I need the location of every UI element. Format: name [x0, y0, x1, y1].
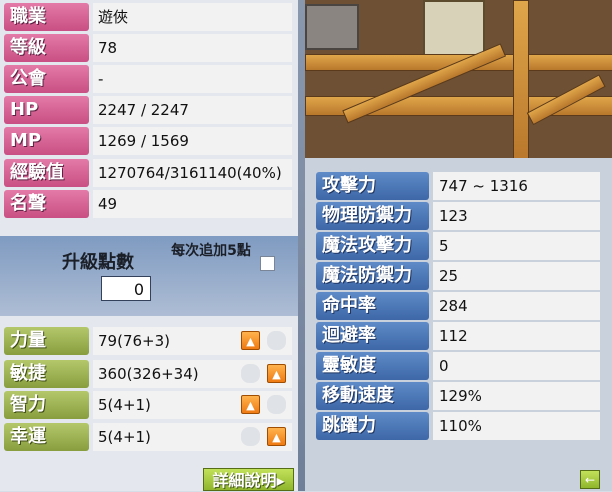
- attr-row-attack: 攻擊力 747 ~ 1316: [316, 172, 600, 200]
- attr-label-speed: 移動速度: [316, 382, 429, 410]
- stat-value-str: 79(76+3): [93, 327, 292, 355]
- profile-row-guild: 公會 -: [4, 65, 292, 93]
- attr-value-magic-atk: 5: [433, 232, 600, 260]
- profile-row-exp: 經驗值 1270764/3161140(40%): [4, 159, 292, 187]
- wooden-post: [513, 0, 529, 158]
- attr-row-avoid: 迴避率 112: [316, 322, 600, 350]
- stat-label-str: 力量: [4, 327, 89, 355]
- level-up-points-title: 升級點數: [62, 252, 134, 273]
- attr-label-avoid: 迴避率: [316, 322, 429, 350]
- attr-value-phys-def: 123: [433, 202, 600, 230]
- attr-value-avoid: 112: [433, 322, 600, 350]
- arrow-up-icon[interactable]: ▲: [267, 427, 286, 446]
- arrow-up-icon[interactable]: ▲: [241, 395, 260, 414]
- attr-row-speed: 移動速度 129%: [316, 382, 600, 410]
- profile-value-guild: -: [93, 65, 292, 93]
- attr-value-magic-def: 25: [433, 262, 600, 290]
- panel-divider: [298, 0, 305, 491]
- attr-value-speed: 129%: [433, 382, 600, 410]
- attr-row-magic-atk: 魔法攻擊力 5: [316, 232, 600, 260]
- profile-label-fame: 名聲: [4, 190, 89, 218]
- stat-label-int: 智力: [4, 391, 89, 419]
- attr-row-agility: 靈敏度 0: [316, 352, 600, 380]
- banner-image: [423, 0, 485, 59]
- stat-label-luk: 幸運: [4, 423, 89, 451]
- profile-row-hp: HP 2247 / 2247: [4, 96, 292, 124]
- stat-label-dex: 敏捷: [4, 360, 89, 388]
- stat-row-luk: 幸運 5(4+1) ▲: [4, 423, 292, 451]
- stat-row-dex: 敏捷 360(326+34) ▲: [4, 360, 292, 388]
- attr-value-agility: 0: [433, 352, 600, 380]
- detail-button[interactable]: 詳細說明▸: [203, 468, 294, 491]
- attr-label-magic-def: 魔法防禦力: [316, 262, 429, 290]
- profile-label-level: 等級: [4, 34, 89, 62]
- profile-value-hp: 2247 / 2247: [93, 96, 292, 124]
- level-up-points-value: 0: [101, 276, 151, 301]
- profile-value-mp: 1269 / 1569: [93, 127, 292, 155]
- profile-value-job: 遊俠: [93, 3, 292, 31]
- disabled-button: [267, 395, 286, 414]
- stat-row-str: 力量 79(76+3) ▲: [4, 327, 292, 355]
- attr-row-magic-def: 魔法防禦力 25: [316, 262, 600, 290]
- stat-row-int: 智力 5(4+1) ▲: [4, 391, 292, 419]
- attr-label-phys-def: 物理防禦力: [316, 202, 429, 230]
- stat-value-int: 5(4+1): [93, 391, 292, 419]
- crate-image: [305, 4, 359, 50]
- attr-value-attack: 747 ~ 1316: [433, 172, 600, 200]
- attr-label-agility: 靈敏度: [316, 352, 429, 380]
- profile-row-job: 職業 遊俠: [4, 3, 292, 31]
- add-five-points-checkbox[interactable]: [260, 256, 275, 271]
- stat-value-dex: 360(326+34): [93, 360, 292, 388]
- attr-value-jump: 110%: [433, 412, 600, 440]
- arrow-up-icon[interactable]: ▲: [267, 364, 286, 383]
- profile-row-level: 等級 78: [4, 34, 292, 62]
- profile-value-level: 78: [93, 34, 292, 62]
- game-scene: [305, 0, 612, 158]
- attr-label-attack: 攻擊力: [316, 172, 429, 200]
- attr-label-jump: 跳躍力: [316, 412, 429, 440]
- attr-row-accuracy: 命中率 284: [316, 292, 600, 320]
- disabled-button: [241, 427, 260, 446]
- stat-value-luk: 5(4+1): [93, 423, 292, 451]
- arrow-up-icon[interactable]: ▲: [241, 331, 260, 350]
- attr-value-accuracy: 284: [433, 292, 600, 320]
- add-five-points-label: 每次追加5點: [171, 243, 251, 259]
- arrow-left-icon[interactable]: ←: [580, 470, 600, 489]
- attr-row-phys-def: 物理防禦力 123: [316, 202, 600, 230]
- profile-label-job: 職業: [4, 3, 89, 31]
- profile-value-fame: 49: [93, 190, 292, 218]
- profile-label-guild: 公會: [4, 65, 89, 93]
- profile-value-exp: 1270764/3161140(40%): [93, 159, 292, 187]
- attr-label-magic-atk: 魔法攻擊力: [316, 232, 429, 260]
- profile-row-mp: MP 1269 / 1569: [4, 127, 292, 155]
- profile-label-hp: HP: [4, 96, 89, 124]
- attr-row-jump: 跳躍力 110%: [316, 412, 600, 440]
- profile-label-mp: MP: [4, 127, 89, 155]
- disabled-button: [241, 364, 260, 383]
- profile-label-exp: 經驗值: [4, 159, 89, 187]
- attr-label-accuracy: 命中率: [316, 292, 429, 320]
- profile-row-fame: 名聲 49: [4, 190, 292, 218]
- disabled-button: [267, 331, 286, 350]
